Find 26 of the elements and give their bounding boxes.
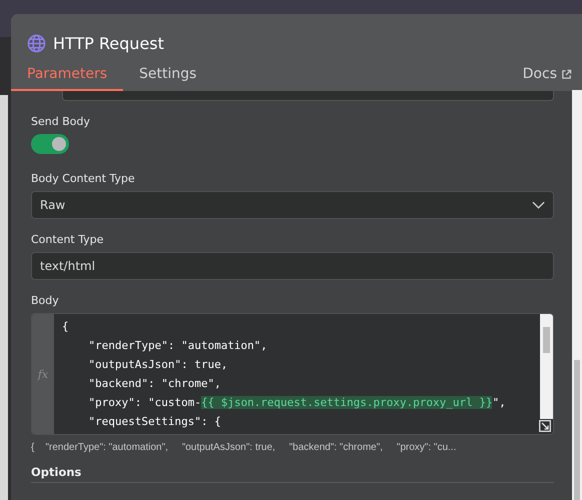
body-preview: { "renderType": "automation", "outputAsJson": true, "backend": "chrome", "proxy": "cu... <box>31 442 456 453</box>
chevron-down-icon <box>532 201 545 209</box>
select-field[interactable]: Raw <box>31 191 554 219</box>
fx-icon: fx <box>38 368 48 380</box>
field-label: Send Body <box>31 115 90 128</box>
code-line: "outputAsJson": true, <box>87 357 229 373</box>
code-line: { <box>62 319 70 335</box>
scrollbar[interactable] <box>0 95 8 500</box>
field-label: Body Content Type <box>31 172 135 185</box>
scrollbar[interactable] <box>572 90 582 500</box>
expand-icon[interactable] <box>539 420 551 432</box>
field-label: Content Type <box>31 233 104 246</box>
globe-icon <box>27 34 46 52</box>
tab[interactable]: Settings <box>139 66 213 91</box>
section-heading: Options <box>31 465 554 483</box>
node-title: HTTP Request <box>53 34 164 52</box>
field-label: Body <box>31 294 59 307</box>
input-field[interactable]: text/html <box>31 252 554 280</box>
toggle-switch[interactable] <box>31 134 69 154</box>
external-link-icon <box>561 68 572 80</box>
code-line: "requestSettings": { <box>87 414 222 430</box>
docs-link[interactable]: Docs <box>522 66 572 91</box>
scrollbar[interactable] <box>540 314 553 419</box>
code-line: "renderType": "automation", <box>87 338 268 354</box>
code-editor[interactable]: { "renderType": "automation", "outputAsJson": true, "backend": "chrome", "proxy": "custom-{{ $json.request.settings.proxy.proxy_url }}", "requestSettings": { <box>54 314 540 434</box>
code-line: "backend": "chrome", <box>87 376 222 392</box>
